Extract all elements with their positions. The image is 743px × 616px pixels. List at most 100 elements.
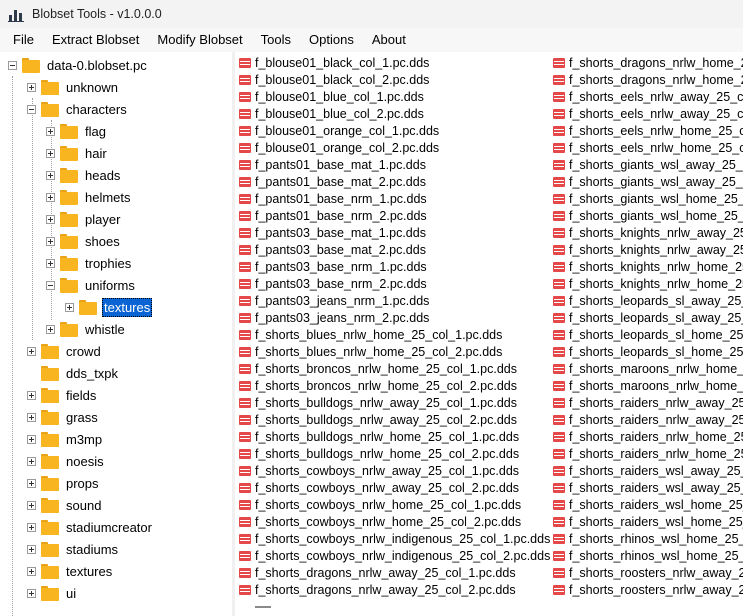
- tree-node[interactable]: flag: [46, 120, 108, 142]
- file-item[interactable]: f_shorts_broncos_nrlw_home_25_col_2.pc.d…: [239, 377, 517, 394]
- expand-icon[interactable]: [27, 390, 36, 400]
- folder-tree[interactable]: data-0.blobset.pc unknown characters flag ha…: [0, 52, 233, 616]
- tree-node-label[interactable]: grass: [64, 408, 100, 427]
- file-item[interactable]: f_shorts_roosters_nrlw_away_25_c: [553, 564, 743, 581]
- tree-node[interactable]: trophies: [46, 252, 133, 274]
- file-item[interactable]: f_pants03_base_mat_1.pc.dds: [239, 224, 426, 241]
- file-item[interactable]: f_shorts_rhinos_wsl_home_25_col: [553, 547, 743, 564]
- tree-node[interactable]: whistle: [46, 318, 127, 340]
- file-item[interactable]: f_shorts_cowboys_nrlw_indigenous_25_col_…: [239, 547, 550, 564]
- file-item[interactable]: f_shorts_dragons_nrlw_away_25_col_2.pc.d…: [239, 581, 516, 598]
- tree-node-label[interactable]: ui: [64, 584, 78, 603]
- collapse-icon[interactable]: [46, 280, 55, 290]
- file-item[interactable]: f_shorts_raiders_wsl_away_25_col: [553, 462, 743, 479]
- tree-node[interactable]: ui: [27, 582, 78, 604]
- file-item[interactable]: f_pants03_base_mat_2.pc.dds: [239, 241, 426, 258]
- tree-node-label[interactable]: crowd: [64, 342, 103, 361]
- tree-node[interactable]: props: [27, 472, 101, 494]
- tree-node-label[interactable]: props: [64, 474, 101, 493]
- file-item[interactable]: f_shorts_bulldogs_nrlw_home_25_col_1.pc.…: [239, 428, 519, 445]
- tree-node[interactable]: player: [46, 208, 122, 230]
- tree-node[interactable]: shoes: [46, 230, 122, 252]
- tree-node-label[interactable]: heads: [83, 166, 122, 185]
- file-item[interactable]: f_shorts_cowboys_nrlw_home_25_col_1.pc.d…: [239, 496, 521, 513]
- file-item[interactable]: f_shorts_bulldogs_nrlw_away_25_col_2.pc.…: [239, 411, 517, 428]
- expand-icon[interactable]: [27, 456, 36, 466]
- file-item[interactable]: f_shorts_bulldogs_nrlw_home_25_col_2.pc.…: [239, 445, 519, 462]
- expand-icon[interactable]: [46, 236, 55, 246]
- file-item[interactable]: f_pants03_jeans_nrm_2.pc.dds: [239, 309, 429, 326]
- file-item[interactable]: f_blouse01_blue_col_2.pc.dds: [239, 105, 424, 122]
- tree-node[interactable]: sound: [27, 494, 103, 516]
- file-item[interactable]: f_shorts_blues_nrlw_home_25_col_2.pc.dds: [239, 343, 502, 360]
- file-item[interactable]: f_shorts_raiders_wsl_home_25_col: [553, 496, 743, 513]
- file-item[interactable]: f_shorts_raiders_wsl_home_25_col: [553, 513, 743, 530]
- expand-icon[interactable]: [46, 192, 55, 202]
- file-item[interactable]: f_blouse01_black_col_1.pc.dds: [239, 54, 429, 71]
- file-item[interactable]: f_shorts_eels_nrlw_away_25_col_2: [553, 105, 743, 122]
- file-item[interactable]: f_shorts_leopards_sl_away_25_co: [553, 292, 743, 309]
- file-item[interactable]: f_shorts_cowboys_nrlw_away_25_col_2.pc.d…: [239, 479, 519, 496]
- tree-node[interactable]: dds_txpk: [27, 362, 120, 384]
- collapse-icon[interactable]: [27, 104, 36, 114]
- expand-icon[interactable]: [46, 170, 55, 180]
- file-item[interactable]: f_shorts_cowboys_nrlw_away_25_col_1.pc.d…: [239, 462, 519, 479]
- tree-node[interactable]: characters: [27, 98, 129, 120]
- file-item[interactable]: f_pants01_base_nrm_1.pc.dds: [239, 190, 427, 207]
- file-item[interactable]: f_shorts_dragons_nrlw_home_25_: [553, 54, 743, 71]
- tree-node-label[interactable]: trophies: [83, 254, 133, 273]
- file-item[interactable]: f_shorts_raiders_nrlw_away_25_co: [553, 411, 743, 428]
- file-item[interactable]: f_shorts_raiders_nrlw_home_25_co: [553, 445, 743, 462]
- tree-node[interactable]: uniforms: [46, 274, 137, 296]
- file-item[interactable]: f_shorts_blues_nrlw_home_25_col_1.pc.dds: [239, 326, 502, 343]
- file-item[interactable]: f_shorts_giants_wsl_away_25_col_: [553, 173, 743, 190]
- tree-node-label[interactable]: data-0.blobset.pc: [45, 56, 149, 75]
- tree-node[interactable]: helmets: [46, 186, 133, 208]
- tree-node-label[interactable]: stadiumcreator: [64, 518, 154, 537]
- tree-node-label[interactable]: stadiums: [64, 540, 120, 559]
- file-item[interactable]: f_shorts_raiders_nrlw_away_25_co: [553, 394, 743, 411]
- file-item[interactable]: f_shorts_knights_nrlw_away_25_c: [553, 224, 743, 241]
- tree-node-label[interactable]: m3mp: [64, 430, 104, 449]
- tree-node-label[interactable]: flag: [83, 122, 108, 141]
- tree-node-label[interactable]: textures: [102, 297, 153, 317]
- file-item[interactable]: f_shorts_eels_nrlw_home_25_col_1: [553, 122, 743, 139]
- tree-node-label[interactable]: shoes: [83, 232, 122, 251]
- tree-node-label[interactable]: hair: [83, 144, 109, 163]
- file-item[interactable]: f_pants01_base_mat_2.pc.dds: [239, 173, 426, 190]
- tree-node[interactable]: noesis: [27, 450, 106, 472]
- tree-node[interactable]: textures: [27, 560, 114, 582]
- expand-icon[interactable]: [27, 522, 36, 532]
- tree-node-label[interactable]: fields: [64, 386, 98, 405]
- file-item[interactable]: f_shorts_knights_nrlw_home_25_c: [553, 275, 743, 292]
- collapse-icon[interactable]: [8, 60, 17, 70]
- file-item[interactable]: f_shorts_roosters_nrlw_away_25_c: [553, 581, 743, 598]
- tree-node-label[interactable]: unknown: [64, 78, 120, 97]
- expand-icon[interactable]: [27, 434, 36, 444]
- tree-node-label[interactable]: uniforms: [83, 276, 137, 295]
- tree-node-label[interactable]: helmets: [83, 188, 133, 207]
- expand-icon[interactable]: [27, 478, 36, 488]
- file-item[interactable]: f_shorts_bulldogs_nrlw_away_25_col_1.pc.…: [239, 394, 517, 411]
- expand-icon[interactable]: [46, 324, 55, 334]
- file-item[interactable]: f_shorts_knights_nrlw_away_25_c: [553, 241, 743, 258]
- expand-icon[interactable]: [46, 148, 55, 158]
- file-item[interactable]: f_pants03_base_nrm_2.pc.dds: [239, 275, 427, 292]
- file-item[interactable]: f_shorts_eels_nrlw_away_25_col_1: [553, 88, 743, 105]
- tree-node[interactable]: stadiumcreator: [27, 516, 154, 538]
- tree-node[interactable]: hair: [46, 142, 109, 164]
- file-item[interactable]: f_shorts_maroons_nrlw_home_25: [553, 360, 743, 377]
- menu-file[interactable]: File: [0, 28, 43, 52]
- tree-node[interactable]: data-0.blobset.pc: [8, 54, 149, 76]
- file-item[interactable]: f_shorts_eels_nrlw_home_25_col_2: [553, 139, 743, 156]
- file-item[interactable]: f_shorts_leopards_sl_home_25_co: [553, 326, 743, 343]
- horizontal-scrollbar-thumb[interactable]: [255, 606, 271, 608]
- tree-node-label[interactable]: sound: [64, 496, 103, 515]
- file-item[interactable]: f_shorts_giants_wsl_home_25_col_: [553, 207, 743, 224]
- file-item[interactable]: f_shorts_leopards_sl_away_25_co: [553, 309, 743, 326]
- file-list[interactable]: f_blouse01_black_col_1.pc.dds f_blouse01_…: [235, 52, 743, 616]
- file-item[interactable]: f_shorts_dragons_nrlw_away_25_col_1.pc.d…: [239, 564, 516, 581]
- file-item[interactable]: f_pants01_base_nrm_2.pc.dds: [239, 207, 427, 224]
- expand-icon[interactable]: [65, 302, 74, 312]
- tree-node[interactable]: heads: [46, 164, 122, 186]
